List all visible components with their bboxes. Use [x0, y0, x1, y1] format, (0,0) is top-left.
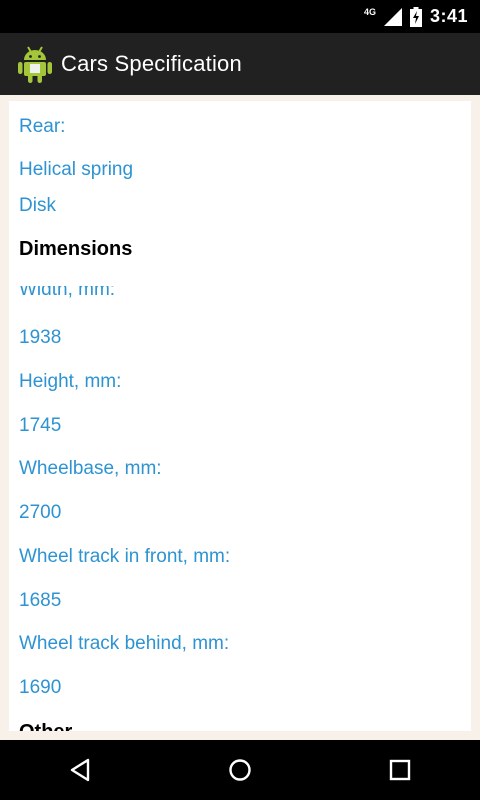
width-value: 1938 [19, 327, 62, 348]
signal-icon [383, 7, 402, 26]
height-value: 1745 [19, 415, 62, 436]
back-icon [70, 758, 90, 782]
back-button[interactable] [50, 740, 110, 800]
other-heading: Other [19, 721, 72, 731]
action-bar: Cars Specification [0, 33, 480, 95]
rear-label: Rear: [19, 116, 66, 137]
recents-icon [389, 759, 411, 781]
battery-charging-icon [409, 6, 422, 27]
app-title: Cars Specification [61, 51, 242, 76]
network-type-label: 4G [363, 6, 376, 17]
wheelbase-label: Wheelbase, mm: [19, 458, 162, 479]
rear-value-disk: Disk [19, 195, 56, 216]
wheelbase-value: 2700 [19, 502, 62, 523]
rear-value-spring: Helical spring [19, 159, 134, 180]
status-icons: 4G 3:41 [364, 0, 468, 33]
height-label: Height, mm: [19, 371, 122, 392]
recents-button[interactable] [370, 740, 430, 800]
spec-card[interactable]: Rear: Helical spring Disk Dimensions Wid… [9, 101, 471, 731]
home-icon [229, 759, 251, 781]
dimensions-heading: Dimensions [19, 238, 133, 260]
track-behind-label: Wheel track behind, mm: [19, 633, 230, 654]
home-button[interactable] [210, 740, 270, 800]
status-bar: 4G 3:41 [0, 0, 480, 33]
track-front-value: 1685 [19, 590, 62, 611]
content-area[interactable]: Rear: Helical spring Disk Dimensions Wid… [0, 95, 480, 740]
navigation-bar [0, 740, 480, 800]
android-app-icon[interactable] [18, 44, 52, 84]
width-label: Width, mm: [19, 286, 116, 300]
track-front-label: Wheel track in front, mm: [19, 546, 231, 567]
track-behind-value: 1690 [19, 677, 62, 698]
clock: 3:41 [429, 6, 468, 26]
